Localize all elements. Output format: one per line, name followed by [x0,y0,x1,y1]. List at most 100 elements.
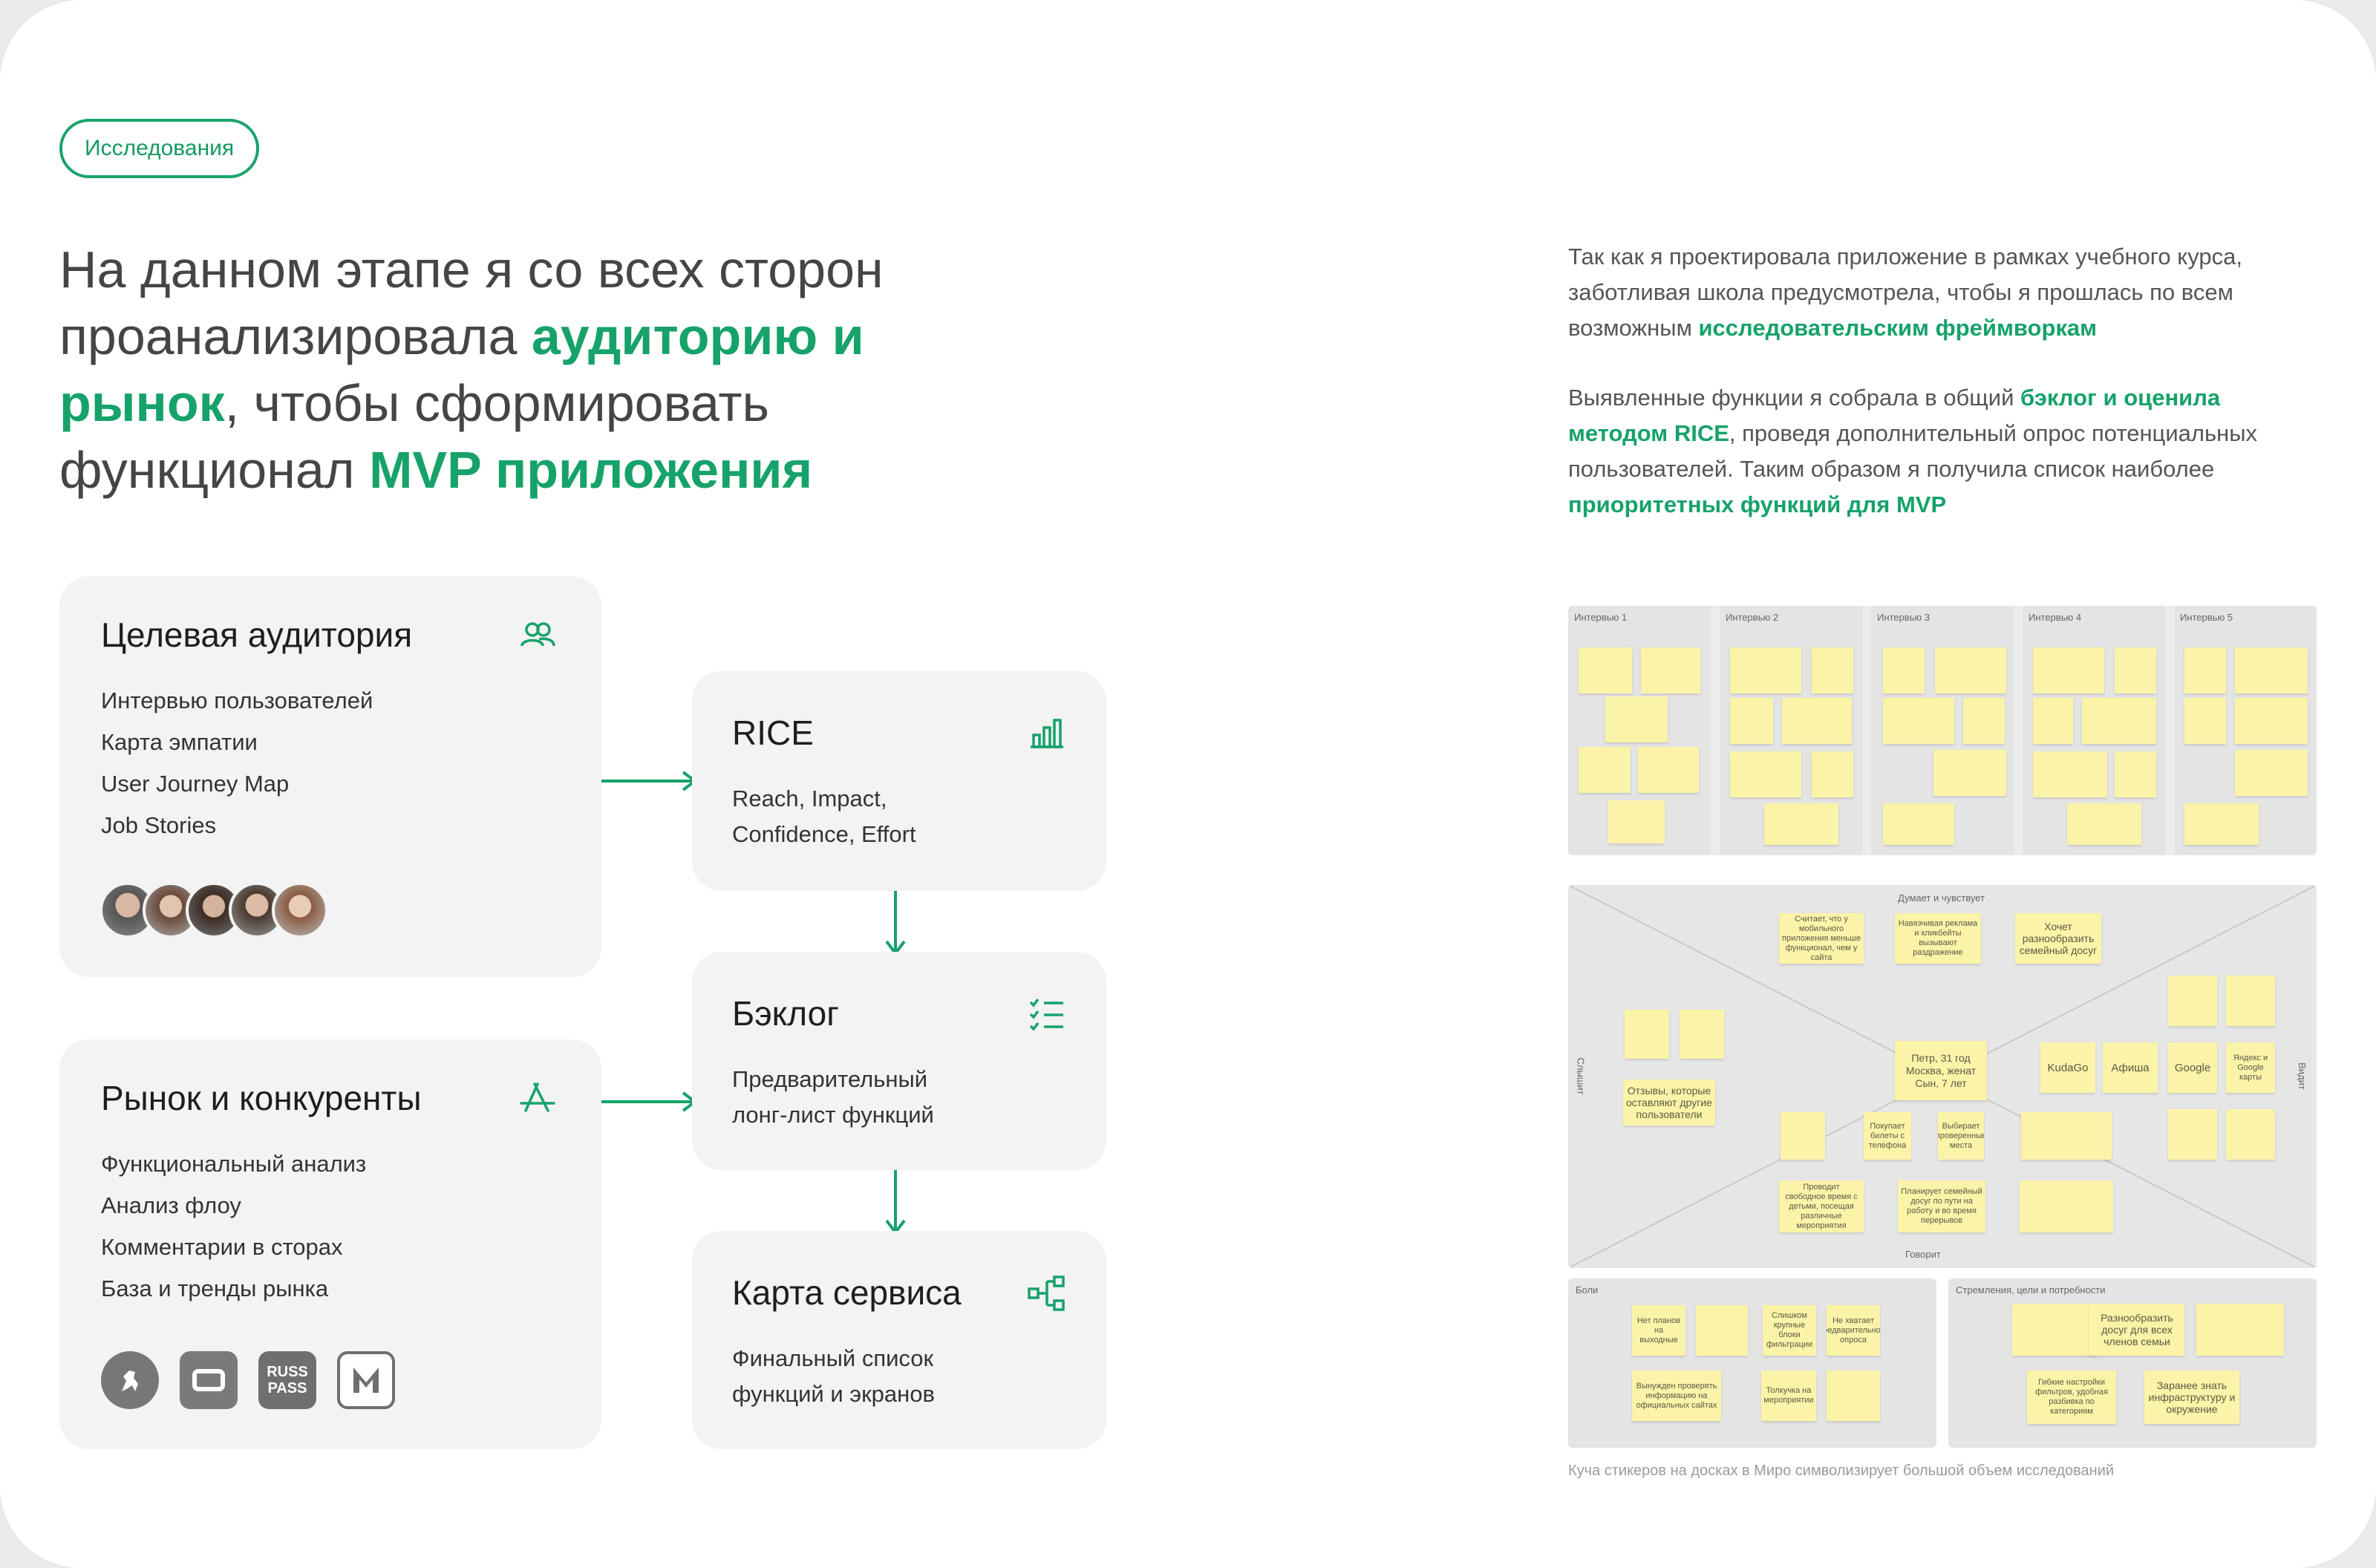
market-item: Комментарии в сторах [101,1234,343,1260]
sticky-note [1579,747,1631,793]
sticky-note [1935,647,2006,693]
interview-label: Интервью 4 [2029,612,2082,623]
backlog-title: Бэклог [732,994,840,1033]
sticky-note [2196,1304,2284,1356]
users-icon [520,622,555,647]
backlog-desc-line: лонг-лист функций [732,1102,934,1128]
sticky-note [1641,647,1700,693]
sticky-note [2235,647,2308,693]
sticky-note [2033,647,2104,693]
audience-item: Интервью пользователей [101,687,373,713]
empathy-right-label: Видит [2296,1062,2308,1090]
competitor-logos: RUSS PASS [101,1351,395,1409]
sticky-note [1883,698,1954,744]
interview-label: Интервью 2 [1726,612,1779,623]
sticky-note [1782,698,1852,744]
sticky-note: Навязчивая реклама и кликбейты вызывают … [1895,913,1981,964]
sticky-note [1812,647,1853,693]
checklist-icon [1029,998,1063,1031]
backlog-desc: Предварительный лонг-лист функций [732,1062,934,1133]
sticky-note [2115,751,2156,797]
user-avatars [99,882,328,938]
arrow-backlog-to-service-map [885,1170,906,1235]
sticky-note: Толкучка на мероприятии [1761,1371,1816,1421]
headline-highlight-mvp: MVP приложения [369,441,813,499]
sticky-note: Нет планов на выходные [1632,1305,1685,1356]
sticky-note [1883,803,1954,845]
interview-column: Интервью 1 [1568,606,1711,855]
sticky-note [2021,1112,2112,1160]
russpass-logo: RUSS PASS [258,1351,316,1409]
sticky-note [1812,751,1853,797]
sticky-note [2184,698,2226,744]
goals-label: Стремления, цели и потребности [1956,1284,2106,1296]
sticky-note [1963,698,2005,744]
sticky-note: Разнообразить досуг для всех членов семь… [2089,1304,2184,1356]
audience-title: Целевая аудитория [101,615,413,654]
interview-label: Интервью 5 [2180,612,2233,623]
market-item: База и тренды рынка [101,1275,329,1301]
sticky-note [2226,1109,2275,1160]
market-title: Рынок и конкуренты [101,1079,422,1117]
market-item: Функциональный анализ [101,1151,367,1177]
interview-column: Интервью 4 [2023,606,2165,855]
page-headline: На данном этапе я со всех сторон проанал… [59,236,1025,503]
sticky-note [2235,750,2308,796]
sticky-note [1608,800,1665,843]
sticky-note [2184,803,2259,845]
horse-icon [122,1371,138,1391]
empathy-bottom-label: Говорит [1905,1249,1941,1260]
app-store-icon [520,1082,555,1112]
rice-title: RICE [732,713,814,752]
sticky-note: Гибкие настройки фильтров, удобная разби… [2027,1371,2116,1424]
sticky-note: Google [2168,1042,2217,1093]
sticky-note [1883,647,1925,693]
persona-sticky: Петр, 31 год Москва, женат Сын, 7 лет [1895,1041,1987,1100]
page: Исследования На данном этапе я со всех с… [0,0,2376,1568]
sticky-note: Вынужден проверять информацию на официал… [1632,1371,1721,1421]
sticky-note: Яндекс и Google карты [2226,1042,2275,1093]
sticky-note [1625,1010,1669,1059]
interview-column: Интервью 3 [1871,606,2014,855]
sticky-note [2168,976,2217,1026]
intro-p1-highlight: исследовательским фреймворкам [1698,315,2098,341]
pains-label: Боли [1576,1284,1599,1296]
flow-tree-icon [1028,1275,1065,1311]
sticky-note [2168,1109,2217,1160]
avatar [272,882,328,938]
rice-desc-line: Reach, Impact, [732,785,887,811]
afisha-logo [101,1351,159,1409]
intro-text: Так как я проектировала приложение в рам… [1568,239,2318,557]
sticky-note: KudaGo [2040,1042,2095,1093]
interview-label: Интервью 1 [1574,612,1628,623]
audience-card: Целевая аудитория Интервью пользователей… [59,576,601,977]
sticky-note [2067,803,2141,845]
backlog-desc-line: Предварительный [732,1066,928,1092]
rice-card: RICE Reach, Impact, Confidence, Effort [692,671,1106,891]
sticky-note: Планирует семейный досуг по пути на рабо… [1898,1180,1985,1232]
interview-column: Интервью 5 [2174,606,2317,855]
audience-item: Job Stories [101,812,217,838]
sticky-note [1696,1305,1748,1356]
sticky-note [1730,647,1801,693]
m-letter-icon [353,1368,379,1393]
sticky-note [1827,1371,1880,1421]
sticky-note [2184,647,2226,693]
interview-label: Интервью 3 [1877,612,1931,623]
logo-a [180,1351,238,1409]
sticky-note [2033,751,2107,797]
sticky-note [1605,696,1668,742]
interviews-board: Интервью 1 Интервью 2 Интервью 3 Интервь… [1568,606,2317,855]
sticky-note: Не хватает предварительного опроса [1827,1305,1880,1356]
audience-item: Карта эмпатии [101,729,258,755]
interview-column: Интервью 2 [1720,606,1862,855]
service-map-desc-line: Финальный список [732,1345,934,1371]
sticky-note: Афиша [2103,1042,2158,1093]
service-map-desc: Финальный список функций и экранов [732,1341,935,1412]
intro-paragraph-2: Выявленные функции я собрала в общий бэк… [1568,380,2318,523]
pains-board: Боли Нет планов на выходные Слишком круп… [1568,1278,1936,1448]
sticky-note [2020,1180,2113,1232]
sticky-note [2226,976,2275,1026]
audience-item: User Journey Map [101,771,290,797]
sticky-note: Покупает билеты с телефона [1864,1112,1911,1160]
